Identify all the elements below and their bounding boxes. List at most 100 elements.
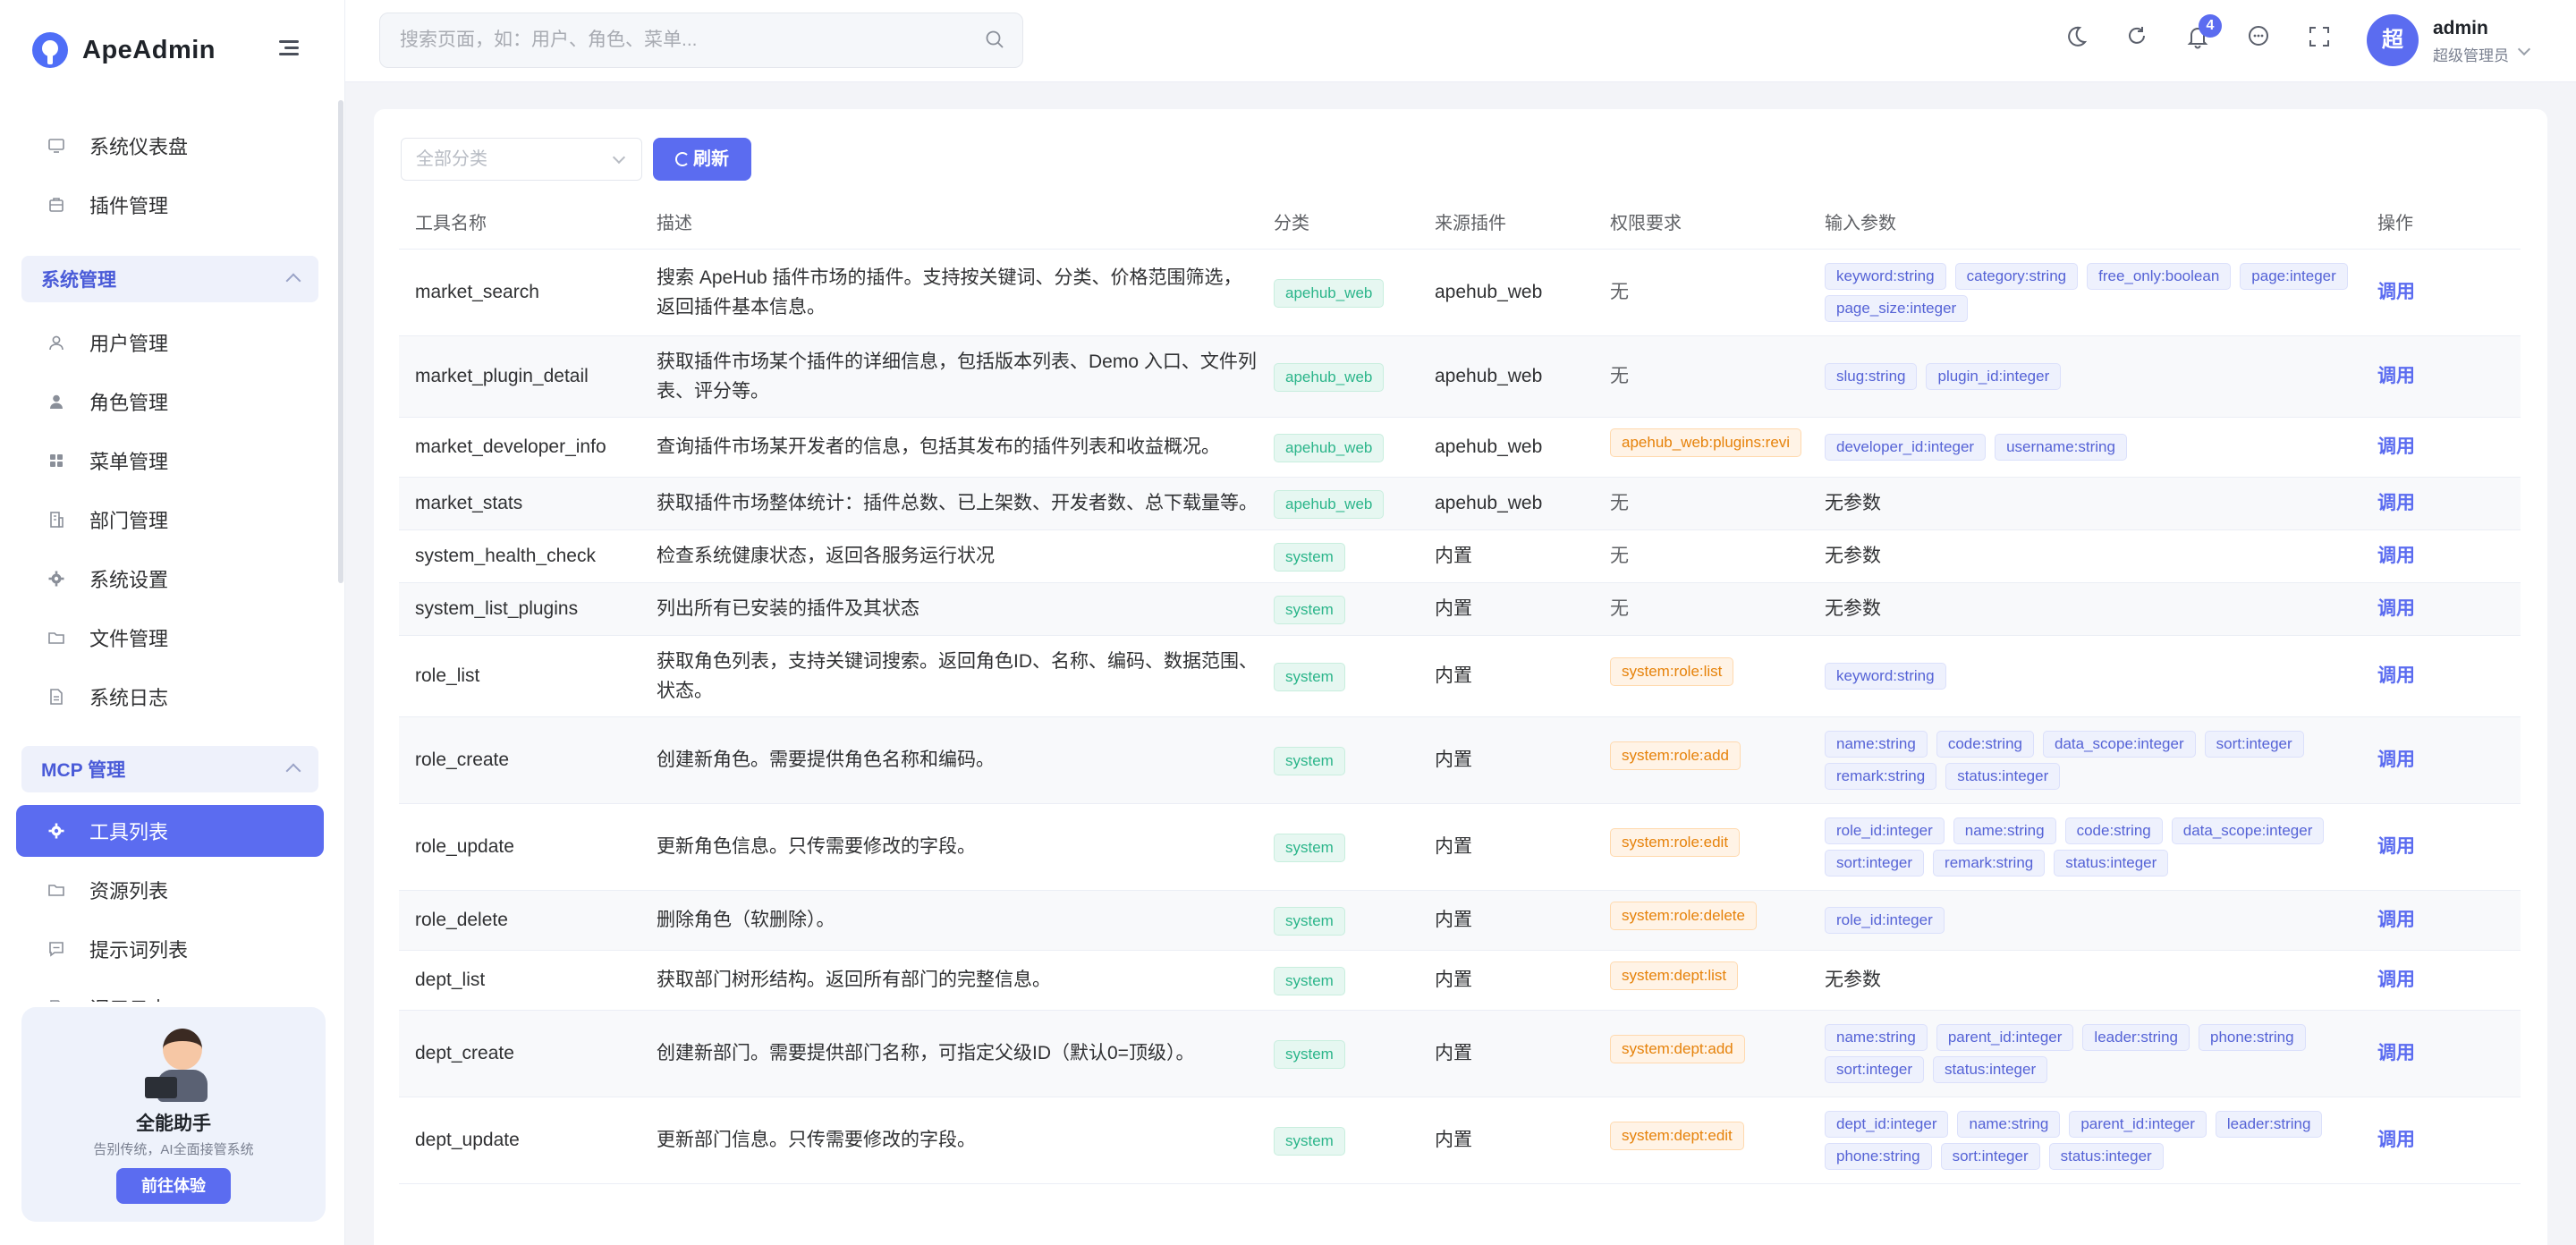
fullscreen-icon[interactable] <box>2306 23 2333 50</box>
invoke-link[interactable]: 调用 <box>2377 836 2415 857</box>
table-header-row: 工具名称 描述 分类 来源插件 权限要求 输入参数 操作 <box>399 195 2521 250</box>
tool-source-cell: apehub_web <box>1419 477 1594 530</box>
tool-params-cell: keyword:string <box>1809 635 2361 717</box>
param-tag: role_id:integer <box>1825 906 1945 934</box>
message-icon[interactable] <box>2245 23 2272 50</box>
sidebar-item-prompts[interactable]: 提示词列表 <box>16 923 324 975</box>
tool-permission-cell: system:role:delete <box>1594 890 1809 951</box>
user-name[interactable]: admin <box>2433 18 2488 39</box>
group-title: 系统管理 <box>41 270 116 291</box>
tool-permission-cell: system:dept:list <box>1594 950 1809 1011</box>
refresh-icon[interactable] <box>2123 23 2150 50</box>
column-header-category: 分类 <box>1258 195 1419 250</box>
source-plugin: apehub_web <box>1435 436 1543 457</box>
chevron-down-icon[interactable] <box>2517 42 2531 56</box>
sidebar-item-settings[interactable]: 系统设置 <box>16 553 324 605</box>
tool-description: 检查系统健康状态，返回各服务运行状况 <box>657 546 995 566</box>
column-header-source: 来源插件 <box>1419 195 1594 250</box>
table-row: dept_list 获取部门树形结构。返回所有部门的完整信息。 system 内置 sy… <box>399 950 2521 1011</box>
sidebar-menu: 系统仪表盘 插件管理 系统管理 用户管理 角色管理 菜单管理 部门管理 系统设置… <box>0 116 340 1002</box>
assistant-try-button[interactable]: 前往体验 <box>116 1168 231 1204</box>
sidebar-item-label: 调用日志 <box>89 994 168 1002</box>
column-header-permission: 权限要求 <box>1594 195 1809 250</box>
sidebar-item-users[interactable]: 用户管理 <box>16 317 324 368</box>
sidebar-item-label: 用户管理 <box>89 333 169 355</box>
tool-description-cell: 获取插件市场整体统计：插件总数、已上架数、开发者数、总下载量等。 <box>640 477 1258 530</box>
brand[interactable]: ApeAdmin <box>32 30 216 70</box>
tool-description-cell: 更新角色信息。只传需要修改的字段。 <box>640 803 1258 891</box>
invoke-link[interactable]: 调用 <box>2377 282 2415 302</box>
refresh-button[interactable]: 刷新 <box>653 138 751 181</box>
invoke-link[interactable]: 调用 <box>2377 665 2415 686</box>
param-tag: code:string <box>1936 730 2034 758</box>
invoke-link[interactable]: 调用 <box>2377 436 2415 457</box>
notification-bell-icon[interactable]: 4 <box>2184 14 2222 50</box>
source-plugin: apehub_web <box>1435 282 1543 302</box>
param-tag: developer_id:integer <box>1825 433 1987 461</box>
tool-permission-cell: system:dept:add <box>1594 1010 1809 1097</box>
sidebar-item-dashboard[interactable]: 系统仪表盘 <box>16 120 324 172</box>
tool-params-cell: 无参数 <box>1809 477 2361 530</box>
tool-action-cell: 调用 <box>2361 582 2521 636</box>
tool-permission-cell: 无 <box>1594 477 1809 530</box>
source-plugin: 内置 <box>1435 970 1472 990</box>
tool-description: 获取角色列表，支持关键词搜索。返回角色ID、名称、编码、数据范围、状态。 <box>657 650 1258 701</box>
user-avatar[interactable]: 超 <box>2367 14 2419 66</box>
search-icon[interactable] <box>985 30 1004 49</box>
param-tag: category:string <box>1954 262 2079 290</box>
permission-tag: apehub_web:plugins:revi <box>1610 428 1802 457</box>
tool-description: 查询插件市场某开发者的信息，包括其发布的插件列表和收益概况。 <box>657 436 1220 457</box>
tool-params-cell: role_id:integer <box>1809 890 2361 951</box>
tool-params-cell: keyword:string category:string free_only:b… <box>1809 249 2361 336</box>
sidebar-item-files[interactable]: 文件管理 <box>16 612 324 664</box>
param-tag: parent_id:integer <box>1936 1023 2074 1051</box>
group-header-system[interactable]: 系统管理 <box>21 256 318 302</box>
tool-category-cell: apehub_web <box>1258 417 1419 478</box>
param-tag: sort:integer <box>1825 849 1925 877</box>
param-tag: page_size:integer <box>1825 294 1969 322</box>
tool-action-cell: 调用 <box>2361 477 2521 530</box>
sidebar-item-departments[interactable]: 部门管理 <box>16 494 324 546</box>
param-tag: sort:integer <box>1940 1142 2040 1170</box>
sidebar-item-label: 文件管理 <box>89 628 169 650</box>
tool-name-cell: role_update <box>399 803 640 891</box>
tool-description: 列出所有已安装的插件及其状态 <box>657 598 919 619</box>
sidebar-item-tools[interactable]: 工具列表 <box>16 805 324 857</box>
permission-tag: system:role:edit <box>1610 827 1741 857</box>
category-tag: system <box>1274 1126 1345 1156</box>
sidebar-item-roles[interactable]: 角色管理 <box>16 376 324 428</box>
category-filter-select[interactable]: 全部分类 <box>401 138 642 181</box>
dark-mode-moon-icon[interactable] <box>2063 23 2089 50</box>
sidebar-item-call-logs[interactable]: 调用日志 <box>16 982 324 1002</box>
tool-params-cell: name:string parent_id:integer leader:strin… <box>1809 1010 2361 1097</box>
invoke-link[interactable]: 调用 <box>2377 493 2415 513</box>
tool-name: system_list_plugins <box>415 598 579 619</box>
permission-tag: system:role:list <box>1610 656 1734 686</box>
invoke-link[interactable]: 调用 <box>2377 546 2415 566</box>
search-box[interactable] <box>379 13 1023 68</box>
tool-action-cell: 调用 <box>2361 890 2521 951</box>
invoke-link[interactable]: 调用 <box>2377 366 2415 386</box>
invoke-link[interactable]: 调用 <box>2377 970 2415 990</box>
sidebar-item-menus[interactable]: 菜单管理 <box>16 435 324 487</box>
invoke-link[interactable]: 调用 <box>2377 598 2415 619</box>
group-header-mcp[interactable]: MCP 管理 <box>21 746 318 792</box>
sidebar-item-label: 系统设置 <box>89 569 169 591</box>
column-header-name[interactable]: 工具名称 <box>399 195 640 250</box>
source-plugin: 内置 <box>1435 546 1472 566</box>
refresh-icon <box>675 152 690 166</box>
invoke-link[interactable]: 调用 <box>2377 1043 2415 1063</box>
invoke-link[interactable]: 调用 <box>2377 1130 2415 1150</box>
no-params-text: 无参数 <box>1825 545 1881 566</box>
sidebar-item-plugins[interactable]: 插件管理 <box>16 179 324 231</box>
menu-collapse-icon[interactable] <box>279 38 302 59</box>
sidebar-item-label: 工具列表 <box>89 821 169 843</box>
search-input[interactable] <box>380 13 970 67</box>
sidebar-item-resources[interactable]: 资源列表 <box>16 864 324 916</box>
invoke-link[interactable]: 调用 <box>2377 910 2415 930</box>
tool-description: 获取插件市场整体统计：插件总数、已上架数、开发者数、总下载量等。 <box>657 493 1258 513</box>
sidebar-item-logs[interactable]: 系统日志 <box>16 671 324 723</box>
source-plugin: 内置 <box>1435 598 1472 619</box>
invoke-link[interactable]: 调用 <box>2377 750 2415 770</box>
plugin-icon <box>47 195 66 215</box>
